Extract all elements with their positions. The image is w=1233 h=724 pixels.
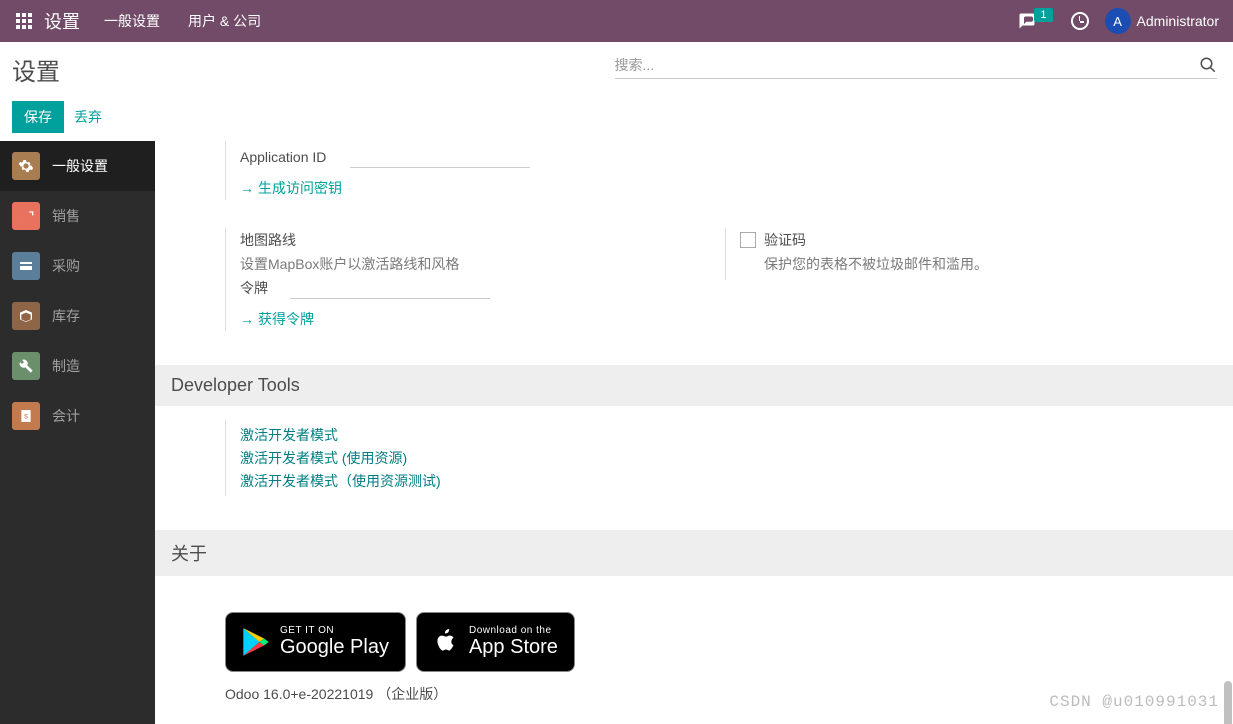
- activate-dev-assets-link[interactable]: 激活开发者模式 (使用资源): [240, 448, 1233, 468]
- captcha-desc: 保护您的表格不被垃圾邮件和滥用。: [764, 254, 1185, 274]
- dev-tools-header: Developer Tools: [155, 365, 1233, 406]
- nav-users-companies[interactable]: 用户 & 公司: [174, 0, 275, 42]
- sidebar-item-general[interactable]: 一般设置: [0, 141, 155, 191]
- generate-key-link[interactable]: → 生成访问密钥: [240, 178, 342, 198]
- google-play-icon: [242, 627, 270, 657]
- about-header: 关于: [155, 530, 1233, 576]
- settings-content: Application ID → 生成访问密钥 地图路线 设置MapBox账户以…: [155, 141, 1233, 724]
- app-id-input[interactable]: [350, 147, 530, 168]
- mapbox-desc: 设置MapBox账户以激活路线和风格: [240, 254, 685, 274]
- svg-text:$: $: [24, 414, 28, 421]
- apps-menu-icon[interactable]: [12, 9, 36, 33]
- activities-menu[interactable]: [1063, 12, 1097, 30]
- control-panel: 设置 保存 丢弃: [0, 42, 1233, 141]
- get-token-link[interactable]: → 获得令牌: [240, 309, 314, 329]
- search-input[interactable]: [615, 57, 1200, 73]
- captcha-title: 验证码: [764, 230, 1185, 250]
- top-navbar: 设置 一般设置 用户 & 公司 1 A Administrator: [0, 0, 1233, 42]
- nav-general-settings[interactable]: 一般设置: [90, 0, 174, 42]
- page-title: 设置: [12, 52, 615, 87]
- activate-dev-tests-link[interactable]: 激活开发者模式（使用资源测试): [240, 471, 1233, 491]
- sidebar-item-label: 会计: [52, 406, 80, 426]
- messaging-menu[interactable]: 1: [1010, 12, 1062, 30]
- main-area: 一般设置 销售 采购 库存 制造 $ 会计 A: [0, 141, 1233, 724]
- user-menu[interactable]: A Administrator: [1097, 8, 1227, 34]
- clock-icon: [1071, 12, 1089, 30]
- card-icon: [12, 252, 40, 280]
- activate-dev-link[interactable]: 激活开发者模式: [240, 425, 1233, 445]
- token-input[interactable]: [290, 278, 490, 299]
- sidebar-item-label: 库存: [52, 306, 80, 326]
- wrench-icon: [12, 352, 40, 380]
- search-box[interactable]: [615, 52, 1218, 79]
- box-icon: [12, 302, 40, 330]
- chart-icon: [12, 202, 40, 230]
- arrow-right-icon: →: [240, 180, 254, 196]
- scrollbar[interactable]: [1222, 281, 1232, 724]
- save-button[interactable]: 保存: [12, 101, 64, 133]
- sidebar-item-accounting[interactable]: $ 会计: [0, 391, 155, 441]
- mapbox-title: 地图路线: [240, 230, 685, 250]
- app-id-label: Application ID: [240, 149, 340, 165]
- sidebar-item-label: 一般设置: [52, 156, 108, 176]
- invoice-icon: $: [12, 402, 40, 430]
- discard-button[interactable]: 丢弃: [74, 107, 102, 127]
- search-icon[interactable]: [1199, 56, 1217, 74]
- sidebar-item-label: 销售: [52, 206, 80, 226]
- sidebar-item-mrp[interactable]: 制造: [0, 341, 155, 391]
- captcha-checkbox[interactable]: [740, 232, 756, 248]
- arrow-right-icon: →: [240, 311, 254, 327]
- sidebar-item-sales[interactable]: 销售: [0, 191, 155, 241]
- token-label: 令牌: [240, 278, 280, 298]
- sidebar-item-inventory[interactable]: 库存: [0, 291, 155, 341]
- gear-icon: [12, 152, 40, 180]
- settings-sidebar: 一般设置 销售 采购 库存 制造 $ 会计: [0, 141, 155, 724]
- sidebar-item-label: 采购: [52, 256, 80, 276]
- message-count-badge: 1: [1034, 8, 1052, 22]
- google-play-badge[interactable]: GET IT ON Google Play: [225, 612, 406, 672]
- app-store-badge[interactable]: Download on the App Store: [416, 612, 575, 672]
- sidebar-item-purchase[interactable]: 采购: [0, 241, 155, 291]
- sidebar-item-label: 制造: [52, 356, 80, 376]
- version-text: Odoo 16.0+e-20221019 （企业版）: [225, 684, 1233, 704]
- avatar: A: [1105, 8, 1131, 34]
- user-name: Administrator: [1137, 13, 1219, 29]
- apple-icon: [433, 627, 459, 657]
- app-brand[interactable]: 设置: [44, 8, 80, 34]
